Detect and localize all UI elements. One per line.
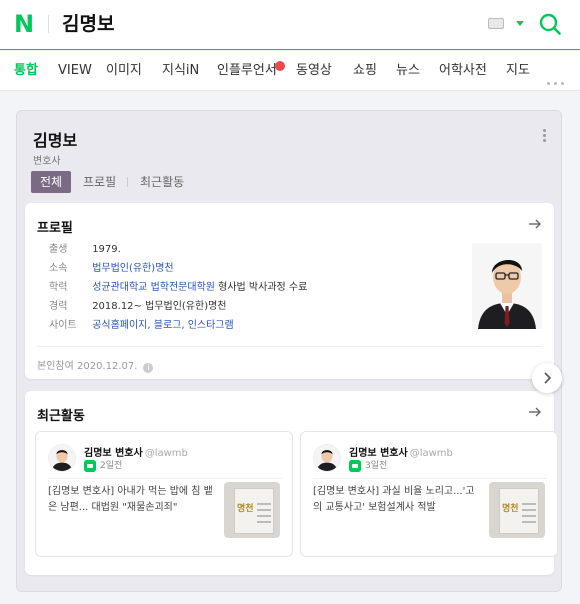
tab-influencer-label: 인플루언서 (217, 63, 277, 78)
person-job: 변호사 (33, 156, 61, 167)
search-query[interactable]: 김명보 (62, 12, 114, 36)
info-row-birth: 출생 1979. (49, 243, 121, 257)
info-value: 2018.12~ 법무법인(유한)명천 (92, 301, 227, 312)
avatar (313, 444, 341, 472)
more-tabs-icon[interactable] (547, 70, 569, 85)
info-row-site: 사이트 공식홈페이지, 블로그, 인스타그램 (49, 319, 234, 333)
info-label: 경력 (49, 301, 68, 312)
post-time: 2일전 (100, 461, 123, 471)
arrow-right-icon[interactable] (528, 405, 542, 419)
caret-down-icon[interactable] (516, 21, 524, 26)
info-label: 학력 (49, 282, 68, 293)
post-time: 3일전 (365, 461, 388, 471)
naver-logo[interactable]: N (14, 12, 36, 36)
post-author-name: 김명보 변호사 (349, 448, 408, 459)
education-link[interactable]: 성균관대학교 법학전문대학원 (92, 282, 215, 293)
segment-all[interactable]: 전체 (31, 171, 71, 193)
tab-integrated[interactable]: 통합 (14, 63, 38, 79)
new-badge-icon (274, 61, 285, 71)
people-profile-panel: 김명보 변호사 전체 프로필 최근활동 프로필 출생 1979. 소속 법무법인… (16, 110, 562, 592)
site-links[interactable]: 공식홈페이지, 블로그, 인스타그램 (92, 320, 234, 331)
info-label: 사이트 (49, 320, 77, 331)
info-icon[interactable]: i (143, 363, 154, 373)
activity-post[interactable]: 김명보 변호사 @lawmb 2일전 [김명보 변호사] 아내가 먹는 밥에 침 … (35, 431, 293, 557)
business-card-image: 명천 (499, 488, 539, 534)
profile-card: 프로필 출생 1979. 소속 법무법인(유한)명천 학력 성균관대학교 법학전… (25, 203, 554, 379)
tab-view[interactable]: VIEW (58, 63, 92, 79)
post-author-name: 김명보 변호사 (84, 448, 143, 459)
tab-knowledge-in[interactable]: 지식iN (162, 63, 199, 79)
post-text[interactable]: [김명보 변호사] 과실 비율 노리고...'고의 교통사고' 보험설계사 적발 (313, 484, 483, 516)
more-options-icon[interactable] (543, 129, 547, 143)
business-card-image: 명천 (234, 488, 274, 534)
search-tabs: 통합 VIEW 이미지 지식iN 인플루언서 동영상 쇼핑 뉴스 어학사전 지도 (0, 51, 580, 91)
avatar (48, 444, 76, 472)
info-label: 소속 (49, 263, 68, 274)
post-divider (48, 478, 282, 479)
arrow-right-icon[interactable] (528, 217, 542, 231)
person-name[interactable]: 김명보 (33, 127, 77, 151)
recent-card-title[interactable]: 최근활동 (37, 405, 85, 424)
profile-photo[interactable] (472, 243, 542, 329)
recent-activity-card: 최근활동 김명보 변호사 @lawmb 2일전 [김명보 변호사] 아내가 먹는 … (25, 391, 558, 575)
info-value: 1979. (92, 244, 121, 255)
segment-recent[interactable]: 최근활동 (140, 171, 184, 193)
post-handle: @lawmb (144, 448, 188, 459)
post-thumbnail[interactable]: 명천 (224, 482, 280, 538)
tab-influencer[interactable]: 인플루언서 (217, 61, 285, 79)
verified-text: 본인참여 2020.12.07. (37, 361, 138, 372)
tab-news[interactable]: 뉴스 (396, 63, 420, 79)
thumbnail-text: 명천 (237, 504, 254, 514)
tab-map[interactable]: 지도 (506, 63, 530, 79)
info-value: 형사법 박사과정 수료 (214, 282, 308, 293)
post-author: 김명보 변호사 @lawmb (349, 444, 453, 459)
verified-date: 본인참여 2020.12.07. i (37, 357, 154, 373)
info-row-affiliation: 소속 법무법인(유한)명천 (49, 262, 174, 276)
segment-profile[interactable]: 프로필 (83, 171, 116, 193)
search-header: N 김명보 (0, 0, 580, 50)
post-divider (313, 478, 547, 479)
blog-icon (84, 460, 96, 472)
post-text[interactable]: [김명보 변호사] 아내가 먹는 밥에 침 뱉은 남편... 대법원 "재물손괴… (48, 484, 218, 516)
post-author: 김명보 변호사 @lawmb (84, 444, 188, 459)
info-label: 출생 (49, 244, 68, 255)
segment-divider (127, 177, 128, 187)
info-row-career: 경력 2018.12~ 법무법인(유한)명천 (49, 300, 227, 314)
search-icon[interactable] (538, 12, 562, 36)
profile-card-title[interactable]: 프로필 (37, 217, 73, 236)
carousel-next-button[interactable] (532, 363, 562, 393)
blog-icon (349, 460, 361, 472)
thumbnail-text: 명천 (502, 504, 519, 514)
keyboard-icon[interactable] (488, 18, 504, 29)
tab-shopping[interactable]: 쇼핑 (353, 63, 377, 79)
tab-dictionary[interactable]: 어학사전 (439, 63, 487, 79)
affiliation-link[interactable]: 법무법인(유한)명천 (92, 263, 173, 274)
tab-video[interactable]: 동영상 (296, 63, 332, 79)
post-thumbnail[interactable]: 명천 (489, 482, 545, 538)
tab-images[interactable]: 이미지 (106, 63, 142, 79)
header-divider (48, 15, 49, 33)
activity-post[interactable]: 김명보 변호사 @lawmb 3일전 [김명보 변호사] 과실 비율 노리고...… (300, 431, 558, 557)
post-handle: @lawmb (409, 448, 453, 459)
info-row-education: 학력 성균관대학교 법학전문대학원 형사법 박사과정 수료 (49, 281, 307, 295)
profile-divider (37, 346, 542, 347)
